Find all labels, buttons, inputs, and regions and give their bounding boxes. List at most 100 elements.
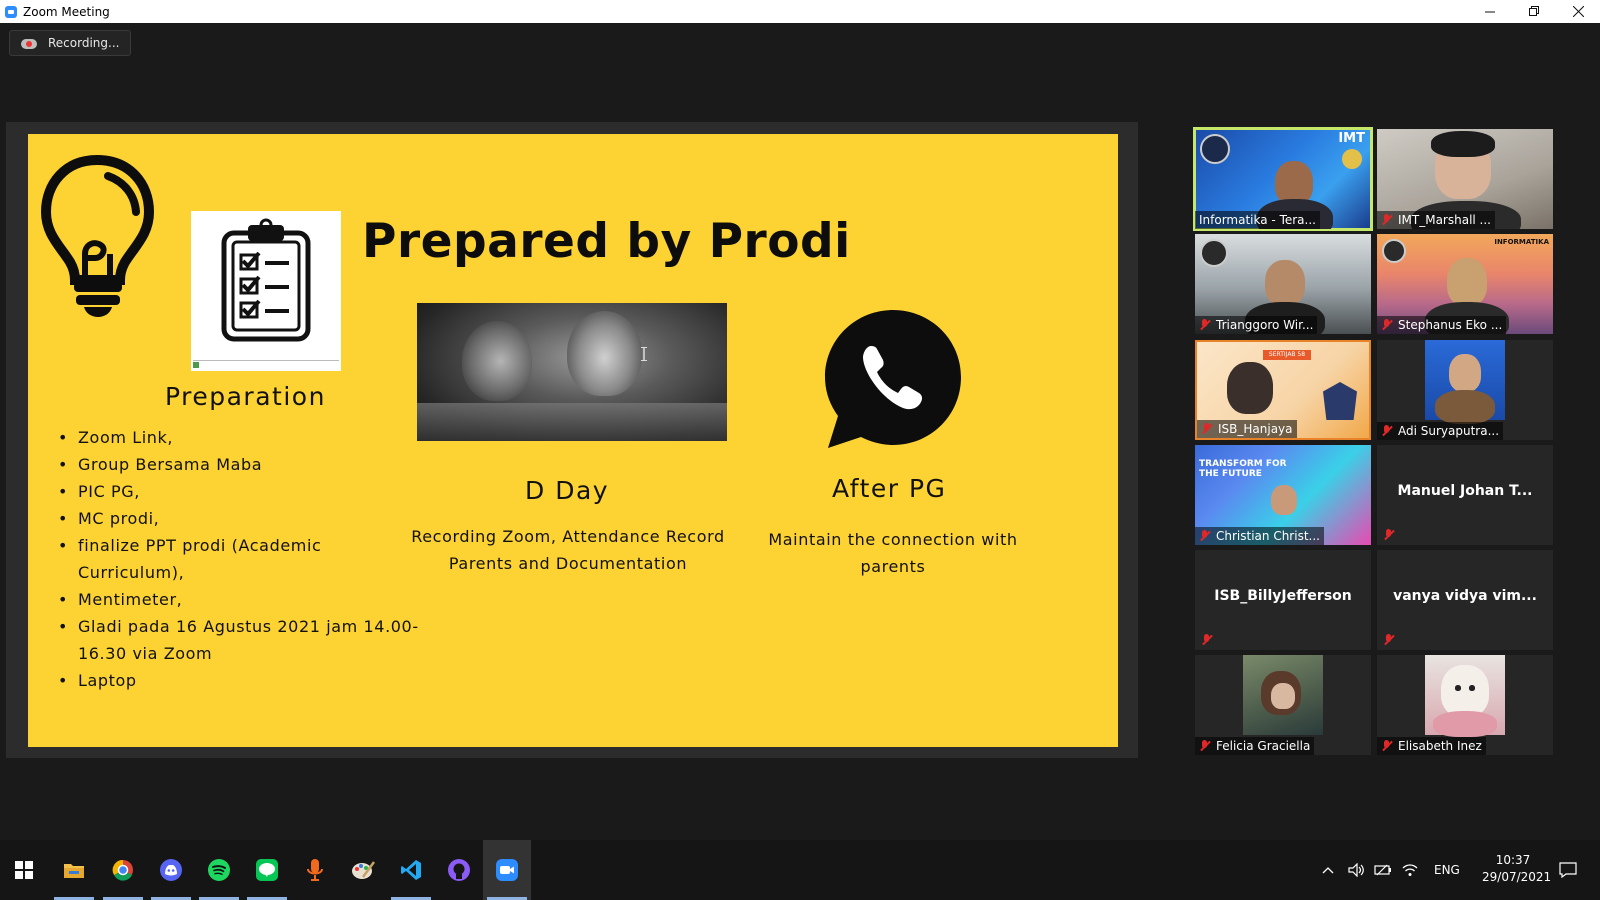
participant-tile[interactable]: Manuel Johan T... — [1377, 445, 1553, 545]
system-tray: ENG — [1322, 840, 1460, 900]
notification-icon — [1559, 862, 1577, 878]
participant-tile[interactable]: INFORMATIKA Stephanus Eko ... — [1377, 234, 1553, 334]
participant-name-text: ISB_Hanjaya — [1218, 422, 1293, 436]
participant-name: Christian Christ... — [1195, 527, 1324, 545]
volume-icon[interactable] — [1348, 863, 1364, 877]
file-explorer-icon — [64, 864, 84, 878]
participant-name: ISB_Hanjaya — [1197, 420, 1297, 438]
participant-name: Manuel Johan T... — [1397, 483, 1533, 499]
restore-button[interactable] — [1512, 0, 1556, 23]
minimize-icon — [1484, 11, 1495, 13]
taskbar-paint[interactable] — [339, 840, 387, 900]
participant-video — [1227, 362, 1273, 414]
line-icon — [256, 859, 278, 881]
after-heading: After PG — [832, 474, 947, 503]
discord-icon — [160, 859, 182, 881]
taskbar-discord[interactable] — [147, 840, 195, 900]
dday-desc-line1: Recording Zoom, Attendance Record — [411, 527, 725, 546]
avatar-body — [1435, 390, 1495, 424]
participant-name: vanya vidya vim... — [1393, 588, 1537, 604]
participant-avatar — [1243, 655, 1323, 735]
notification-center-button[interactable] — [1544, 840, 1592, 900]
slide-thumbnail-strip — [193, 360, 339, 368]
battery-icon[interactable] — [1374, 864, 1392, 876]
participant-tile[interactable]: Felicia Graciella — [1195, 655, 1371, 755]
participant-name-text: Elisabeth Inez — [1398, 739, 1482, 753]
zoom-icon — [496, 859, 518, 881]
dday-heading: D Day — [525, 476, 610, 505]
overlay-text: SERTIJAB 58 — [1263, 350, 1311, 360]
taskbar-vscode[interactable] — [387, 840, 435, 900]
participant-tile[interactable]: IMT Informatika - Tera... — [1193, 127, 1373, 231]
muted-mic-icon — [1199, 319, 1211, 331]
after-desc-line2: parents — [860, 557, 926, 576]
participant-name-text: Trianggoro Wir... — [1216, 318, 1314, 332]
participant-video — [1271, 485, 1297, 515]
avatar-dog-eye — [1455, 685, 1461, 691]
muted-mic-icon — [1383, 529, 1395, 541]
language-indicator[interactable]: ENG — [1434, 863, 1460, 877]
participant-tile[interactable]: IMT_Marshall ... — [1377, 129, 1553, 229]
taskbar-clock[interactable]: 10:37 29/07/2021 — [1482, 852, 1552, 886]
muted-mic-icon — [1199, 740, 1211, 752]
muted-mic-icon — [1381, 214, 1393, 226]
muted-mic-icon — [1381, 319, 1393, 331]
list-item: Gladi pada 16 Agustus 2021 jam 14.00-16.… — [58, 613, 428, 667]
taskbar-spotify[interactable] — [195, 840, 243, 900]
list-item: Zoom Link, — [58, 424, 428, 451]
participant-name-text: Christian Christ... — [1216, 529, 1320, 543]
participant-name: Informatika - Tera... — [1195, 211, 1320, 229]
presentation-slide: Prepared by Prodi Preparation Zoom Link,… — [28, 134, 1118, 747]
list-item: MC prodi, — [58, 505, 428, 532]
logo-badge — [1382, 239, 1406, 263]
participant-name-text: Stephanus Eko ... — [1398, 318, 1503, 332]
participant-name: Felicia Graciella — [1195, 737, 1315, 755]
participant-name: Elisabeth Inez — [1377, 737, 1486, 755]
slide-title: Prepared by Prodi — [362, 214, 851, 269]
list-item: Mentimeter, — [58, 586, 428, 613]
participant-tile[interactable]: vanya vidya vim... — [1377, 550, 1553, 650]
wifi-icon[interactable] — [1402, 863, 1418, 877]
avatar-blanket — [1433, 711, 1497, 737]
participant-tile[interactable]: Adi Suryaputra... — [1377, 340, 1553, 440]
accreditation-badge — [1342, 149, 1362, 169]
taskbar-zoom[interactable] — [483, 840, 531, 900]
taskbar-file-explorer[interactable] — [50, 840, 98, 900]
participant-hair — [1431, 131, 1495, 157]
dday-photo — [417, 303, 727, 441]
photo-person-right — [567, 311, 642, 396]
chevron-up-icon[interactable] — [1322, 866, 1334, 874]
participant-name: Stephanus Eko ... — [1377, 316, 1507, 334]
spotify-icon — [208, 859, 230, 881]
paint-icon — [352, 861, 375, 879]
taskbar: ENG 10:37 29/07/2021 — [0, 840, 1600, 900]
muted-mic-icon — [1201, 634, 1213, 646]
clipboard-checklist-icon — [221, 218, 311, 342]
recording-label: Recording... — [48, 36, 120, 50]
participant-avatar — [1425, 655, 1505, 737]
github-icon — [448, 859, 470, 881]
start-button[interactable] — [0, 840, 48, 900]
participant-tile[interactable]: SERTIJAB 58 ISB_Hanjaya — [1195, 340, 1371, 440]
close-button[interactable] — [1556, 0, 1600, 23]
muted-mic-icon — [1201, 423, 1213, 435]
minimize-button[interactable] — [1468, 0, 1512, 23]
photo-table — [417, 403, 727, 441]
taskbar-github[interactable] — [435, 840, 483, 900]
participant-tile[interactable]: Elisabeth Inez — [1377, 655, 1553, 755]
list-item: finalize PPT prodi (Academic Curriculum)… — [58, 532, 428, 586]
taskbar-chrome[interactable] — [99, 840, 147, 900]
avatar-dog-eye — [1469, 685, 1475, 691]
participant-name: ISB_BillyJefferson — [1214, 588, 1352, 604]
close-icon — [1572, 6, 1584, 17]
cloud-record-icon — [21, 37, 37, 49]
avatar-face — [1271, 683, 1295, 709]
taskbar-podcast-mic[interactable] — [291, 840, 339, 900]
participant-tile[interactable]: TRANSFORM FOR THE FUTURE Christian Chris… — [1195, 445, 1371, 545]
taskbar-line[interactable] — [243, 840, 291, 900]
participant-tile[interactable]: ISB_BillyJefferson — [1195, 550, 1371, 650]
after-desc-line1: Maintain the connection with — [768, 530, 1018, 549]
clock-date: 29/07/2021 — [1482, 870, 1552, 884]
participant-tile[interactable]: Trianggoro Wir... — [1195, 234, 1371, 334]
recording-indicator[interactable]: Recording... — [9, 30, 131, 56]
